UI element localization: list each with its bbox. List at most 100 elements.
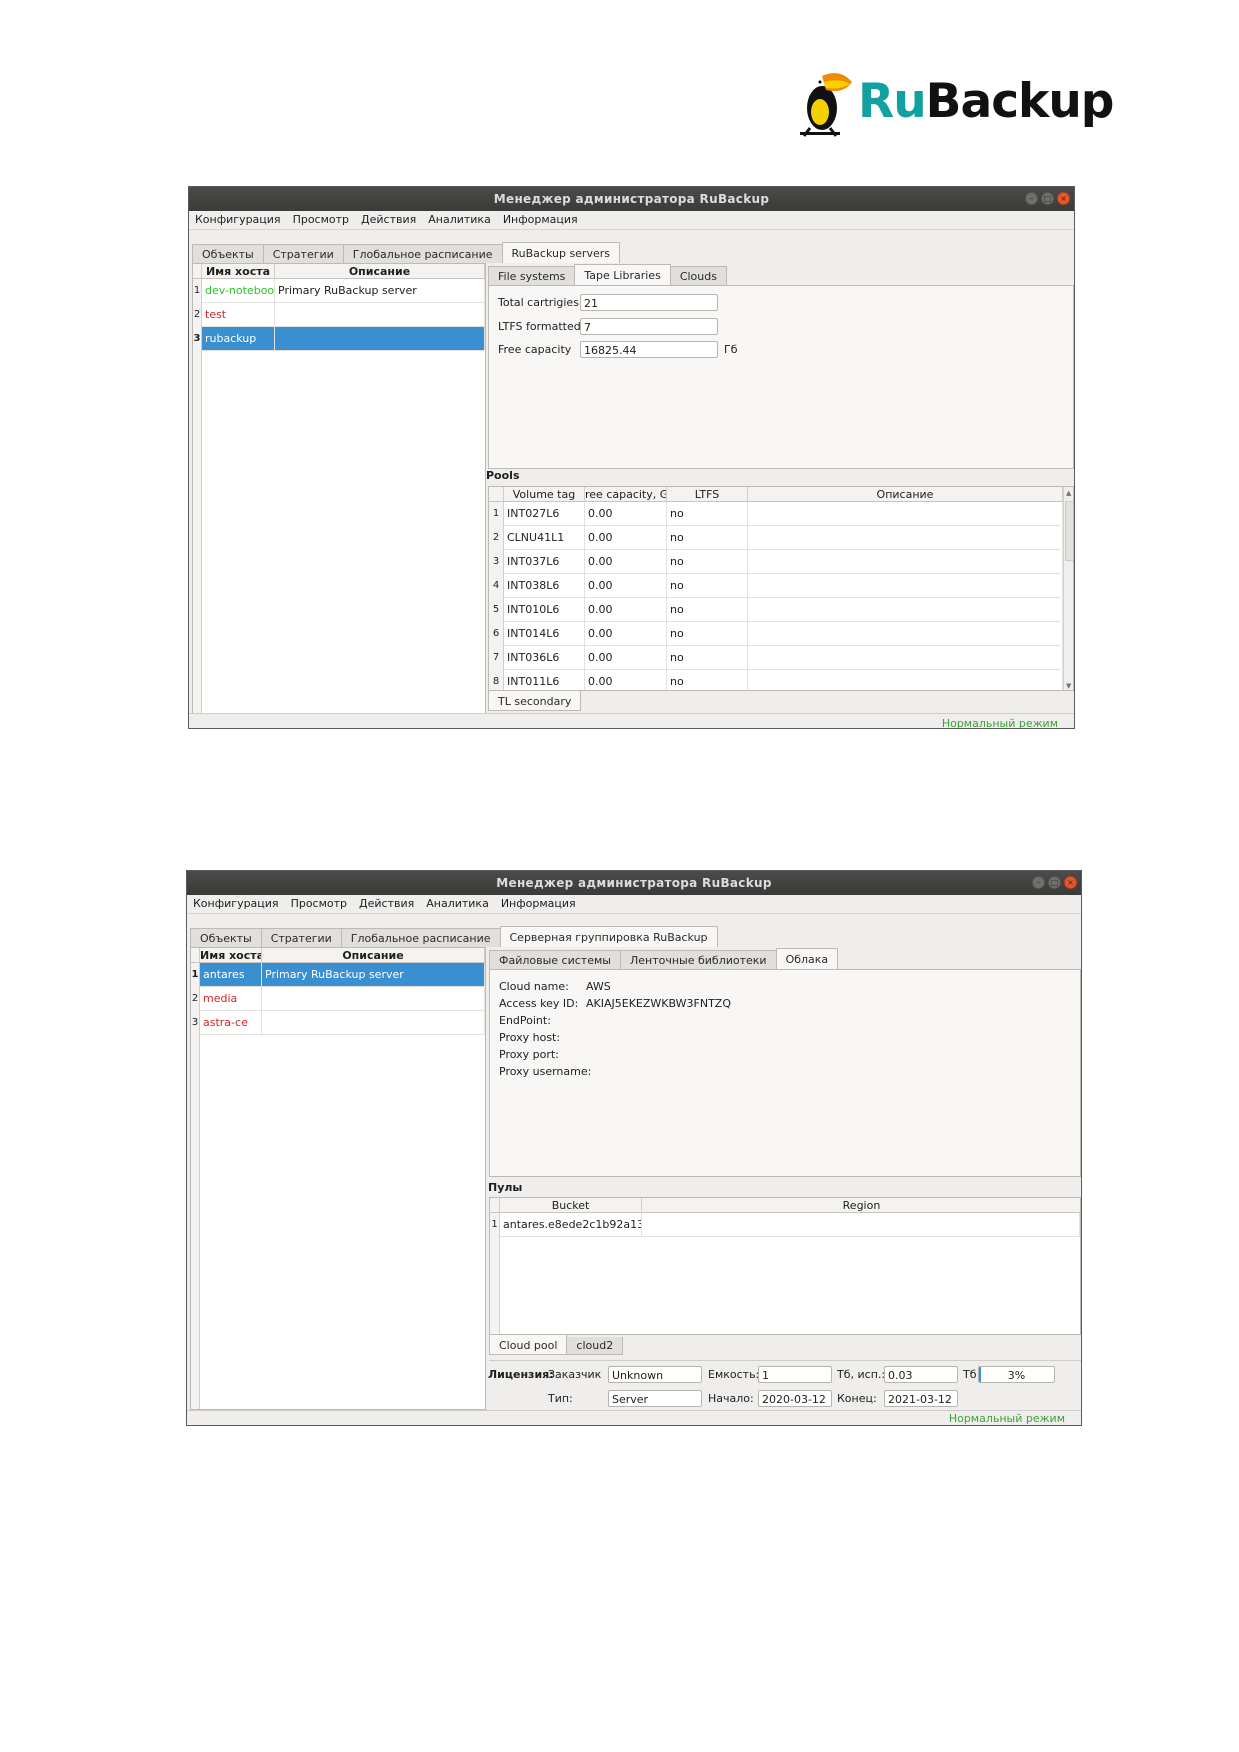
maximize-icon[interactable]: □: [1048, 876, 1061, 889]
menu-info[interactable]: Информация: [501, 895, 576, 913]
type-field[interactable]: Server: [608, 1390, 702, 1407]
ltfs-status: no: [667, 622, 748, 645]
pool-description: [748, 574, 1063, 597]
table-row[interactable]: 1 INT027L6 0.00 no: [489, 502, 1063, 526]
free-capacity-field[interactable]: 16825.44: [580, 341, 718, 358]
bucket-name: antares.e8ede2c1b92a13cb: [500, 1213, 642, 1236]
table-row[interactable]: 2 test: [193, 303, 485, 327]
pool-description: [748, 622, 1063, 645]
header-volume-tag[interactable]: Volume tag: [504, 487, 585, 502]
type-label: Тип:: [548, 1392, 573, 1405]
end-field[interactable]: 2021-03-12: [884, 1390, 958, 1407]
subtab-file-systems[interactable]: Файловые системы: [489, 950, 621, 969]
menu-info[interactable]: Информация: [503, 211, 578, 229]
ltfs-formatted-field[interactable]: 7: [580, 318, 718, 335]
header-hostname[interactable]: Имя хоста: [200, 948, 262, 963]
subtab-file-systems[interactable]: File systems: [488, 266, 576, 285]
close-icon[interactable]: ×: [1057, 192, 1070, 205]
ltfs-formatted-label: LTFS formatted: [498, 320, 581, 333]
table-row[interactable]: 1 antares.e8ede2c1b92a13cb: [490, 1213, 1080, 1237]
table-row[interactable]: 3 INT037L6 0.00 no: [489, 550, 1063, 574]
toucan-icon: [800, 73, 852, 137]
menu-analytics[interactable]: Аналитика: [426, 895, 489, 913]
corner-header: [193, 264, 202, 279]
table-row[interactable]: 5 INT010L6 0.00 no: [489, 598, 1063, 622]
header-bucket[interactable]: Bucket: [500, 1198, 642, 1213]
free-capacity: 0.00: [585, 502, 667, 525]
header-free-capacity[interactable]: ree capacity, GE: [585, 487, 667, 502]
row-number: 8: [489, 670, 504, 690]
header-description[interactable]: Описание: [262, 948, 485, 963]
start-field[interactable]: 2020-03-12: [758, 1390, 832, 1407]
table-row[interactable]: 6 INT014L6 0.00 no: [489, 622, 1063, 646]
tab-servers[interactable]: RuBackup servers: [501, 242, 620, 263]
table-row[interactable]: 2 media: [191, 987, 485, 1011]
tab-strategies[interactable]: Стратегии: [262, 244, 344, 263]
maximize-icon[interactable]: □: [1041, 192, 1054, 205]
window-controls: – □ ×: [1032, 876, 1077, 889]
tab-tl-secondary[interactable]: TL secondary: [488, 691, 582, 711]
host-description: Primary RuBackup server: [262, 963, 485, 986]
minimize-icon[interactable]: –: [1025, 192, 1038, 205]
used-field[interactable]: 0.03: [884, 1366, 958, 1383]
table-row[interactable]: 7 INT036L6 0.00 no: [489, 646, 1063, 670]
menu-view[interactable]: Просмотр: [291, 895, 347, 913]
header-description[interactable]: Описание: [275, 264, 485, 279]
customer-field[interactable]: Unknown: [608, 1366, 702, 1383]
header-region[interactable]: Region: [642, 1198, 1080, 1213]
free-capacity: 0.00: [585, 646, 667, 669]
menu-actions[interactable]: Действия: [361, 211, 416, 229]
header-hostname[interactable]: Имя хоста: [202, 264, 275, 279]
menu-analytics[interactable]: Аналитика: [428, 211, 491, 229]
tab-cloud-pool[interactable]: Cloud pool: [489, 1335, 568, 1355]
total-cartridges-field[interactable]: 21: [580, 294, 718, 311]
pools-scrollbar[interactable]: ▲ ▼: [1063, 487, 1073, 690]
tab-global-schedule[interactable]: Глобальное расписание: [342, 244, 503, 263]
table-row[interactable]: 1 dev-notebook Primary RuBackup server: [193, 279, 485, 303]
scroll-thumb[interactable]: [1065, 501, 1073, 561]
tape-library-panel: Total cartrigies: 21 LTFS formatted 7 Fr…: [488, 285, 1074, 469]
host-name: rubackup: [202, 327, 275, 350]
menu-view[interactable]: Просмотр: [293, 211, 349, 229]
menu-config[interactable]: Конфигурация: [195, 211, 281, 229]
row-number: 1: [489, 502, 504, 526]
subtab-tape-libraries[interactable]: Tape Libraries: [574, 264, 671, 285]
host-description: [275, 303, 485, 326]
table-row[interactable]: 8 INT011L6 0.00 no: [489, 670, 1063, 690]
table-row-selected[interactable]: 3 rubackup: [193, 327, 485, 351]
header-ltfs[interactable]: LTFS: [667, 487, 748, 502]
tab-objects[interactable]: Объекты: [192, 244, 264, 263]
tab-objects[interactable]: Объекты: [190, 928, 262, 947]
row-number: 2: [489, 526, 504, 550]
tab-server-group[interactable]: Серверная группировка RuBackup: [499, 926, 718, 947]
menu-actions[interactable]: Действия: [359, 895, 414, 913]
window-tape-libraries: Менеджер администратора RuBackup – □ × К…: [188, 186, 1075, 729]
scroll-up-icon[interactable]: ▲: [1066, 489, 1071, 497]
tab-strategies[interactable]: Стратегии: [260, 928, 342, 947]
table-row[interactable]: 4 INT038L6 0.00 no: [489, 574, 1063, 598]
table-row-selected[interactable]: 1 antares Primary RuBackup server: [191, 963, 485, 987]
menu-config[interactable]: Конфигурация: [193, 895, 279, 913]
tab-cloud2[interactable]: cloud2: [566, 1337, 624, 1355]
ltfs-status: no: [667, 502, 748, 525]
table-row[interactable]: 2 CLNU41L1 0.00 no: [489, 526, 1063, 550]
row-number: 7: [489, 646, 504, 670]
volume-tag: CLNU41L1: [504, 526, 585, 549]
subtab-clouds[interactable]: Облака: [775, 948, 839, 969]
header-pool-description[interactable]: Описание: [748, 487, 1063, 502]
subtab-clouds[interactable]: Clouds: [669, 266, 727, 285]
free-capacity: 0.00: [585, 598, 667, 621]
volume-tag: INT036L6: [504, 646, 585, 669]
subtab-tape-libraries[interactable]: Ленточные библиотеки: [619, 950, 777, 969]
free-capacity-unit: Гб: [724, 343, 738, 356]
scroll-down-icon[interactable]: ▼: [1066, 682, 1071, 690]
ltfs-status: no: [667, 670, 748, 690]
minimize-icon[interactable]: –: [1032, 876, 1045, 889]
table-row[interactable]: 3 astra-ce: [191, 1011, 485, 1035]
cloud-name-label: Cloud name:: [499, 980, 569, 993]
capacity-field[interactable]: 1: [758, 1366, 832, 1383]
window-title: Менеджер администратора RuBackup: [189, 187, 1074, 211]
tab-global-schedule[interactable]: Глобальное расписание: [340, 928, 501, 947]
sub-tabs: Файловые системы Ленточные библиотеки Об…: [489, 948, 839, 969]
close-icon[interactable]: ×: [1064, 876, 1077, 889]
